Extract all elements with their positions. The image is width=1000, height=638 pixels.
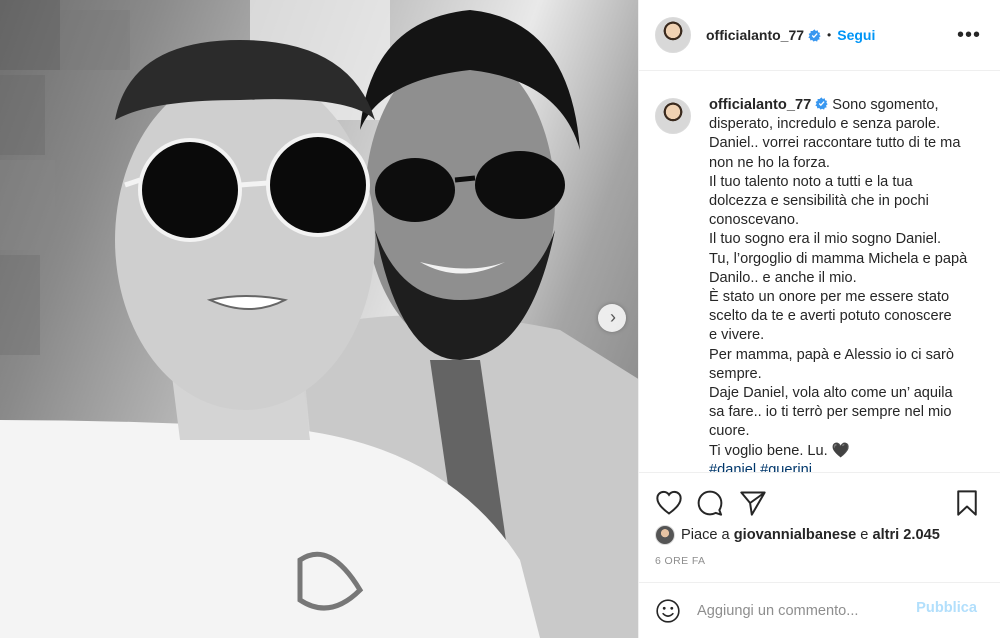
post-comment-button[interactable]: Pubblica	[916, 600, 977, 616]
follow-button[interactable]: Segui	[837, 27, 875, 43]
boy-glasses-right	[266, 133, 370, 237]
comment-bar: Pubblica	[639, 582, 1000, 638]
caption-line: non ne ho la forza.	[709, 154, 830, 171]
separator-dot: •	[827, 28, 832, 42]
paper-plane-icon[interactable]	[739, 489, 767, 517]
comment-bubble-icon[interactable]	[696, 489, 724, 517]
caption-first-line: Sono sgomento,	[832, 97, 939, 113]
liker-username[interactable]: giovannialbanese	[734, 527, 856, 543]
caption-line: e vivere.	[709, 327, 765, 344]
caption-line: Daniel.. vorrei raccontare tutto di te m…	[709, 135, 961, 152]
photo-illustration	[0, 0, 638, 638]
heart-icon[interactable]	[655, 489, 683, 517]
emoji-smile-icon[interactable]	[655, 598, 681, 624]
caption-line: Ti voglio bene. Lu. 🖤	[709, 442, 850, 459]
likes-conjunction: e	[860, 527, 869, 543]
likes-summary: Piace a giovannialbanese e altri 2.045	[655, 525, 940, 545]
caption-avatar[interactable]	[655, 98, 691, 134]
caption-username[interactable]: officialanto_77	[709, 97, 811, 113]
caption-line: cuore.	[709, 423, 750, 440]
boy-glasses-left	[138, 138, 242, 242]
post-username[interactable]: officialanto_77	[706, 27, 804, 43]
post-header: officialanto_77 • Segui •••	[639, 0, 1000, 71]
caption-line: Il tuo sogno era il mio sogno Daniel.	[709, 231, 942, 248]
caption-row: officialanto_77 Sono sgomento, disperato…	[655, 96, 985, 472]
carousel-next-button[interactable]: ›	[598, 304, 626, 332]
man-glasses-right	[475, 151, 565, 219]
caption-line: È stato un onore per me essere stato	[709, 289, 950, 306]
boy-face	[115, 70, 375, 410]
caption-area: officialanto_77 Sono sgomento, disperato…	[639, 72, 1000, 472]
liker-avatar[interactable]	[655, 525, 675, 545]
chevron-right-icon: ›	[610, 307, 616, 327]
likes-prefix: Piace a	[681, 527, 730, 543]
hashtag-link[interactable]: #daniel	[709, 462, 756, 472]
bookmark-icon[interactable]	[953, 489, 981, 517]
caption-line: scelto da te e averti potuto conoscere	[709, 308, 952, 325]
caption-line: Daje Daniel, vola alto come un’ aquila	[709, 385, 953, 402]
caption-line: conoscevano.	[709, 212, 800, 229]
hashtags: #daniel #guerini	[709, 461, 985, 472]
caption-line: Danilo.. e anche il mio.	[709, 269, 857, 286]
caption-line: Tu, l’orgoglio di mamma Michela e papà	[709, 250, 968, 267]
action-icons	[655, 489, 985, 517]
caption-line: disperato, incredulo e senza parole.	[709, 116, 941, 133]
brick-wall	[0, 0, 130, 355]
caption-line: sempre.	[709, 365, 762, 382]
comment-input[interactable]	[697, 602, 907, 619]
caption-line: sa fare.. io ti terrò per sempre nel mio	[709, 404, 952, 421]
caption-line: Il tuo talento noto a tutti e la tua	[709, 173, 913, 190]
hashtag-link[interactable]: #guerini	[760, 462, 812, 472]
likes-count[interactable]: altri 2.045	[872, 527, 939, 543]
verified-badge-icon	[815, 97, 828, 110]
man-glasses-left	[375, 158, 455, 222]
caption-line: dolcezza e sensibilità che in pochi	[709, 193, 929, 210]
more-options-icon[interactable]: •••	[957, 25, 981, 45]
caption-text: officialanto_77 Sono sgomento, disperato…	[709, 96, 985, 472]
verified-badge-icon	[808, 28, 821, 42]
post-sidebar: officialanto_77 • Segui ••• officialanto…	[638, 0, 1000, 638]
caption-line: Per mamma, papà e Alessio io ci sarò	[709, 346, 954, 363]
avatar[interactable]	[655, 17, 691, 53]
post-timestamp[interactable]: 6 ORE FA	[655, 555, 705, 567]
post-photo[interactable]: ›	[0, 0, 638, 638]
